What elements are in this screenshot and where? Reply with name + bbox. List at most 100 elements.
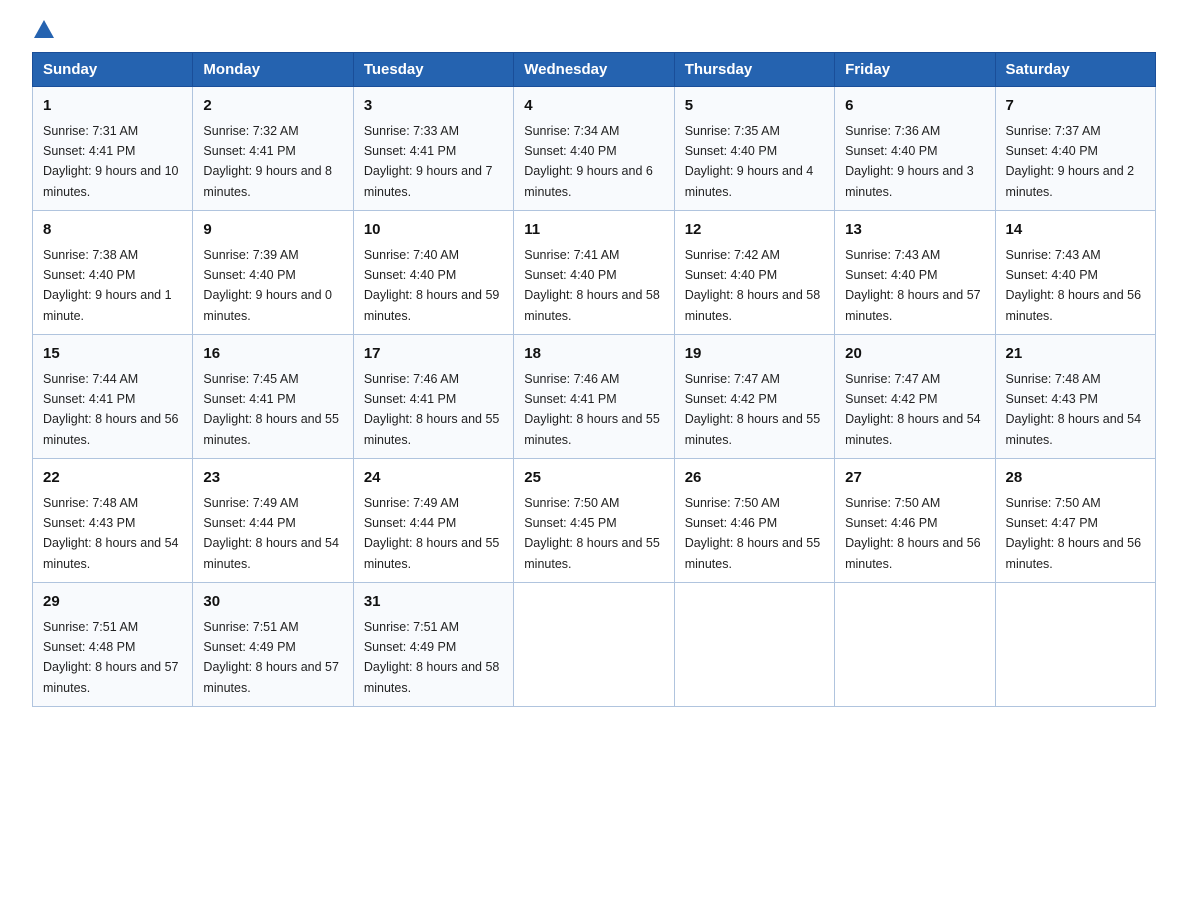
day-number: 7 <box>1006 95 1145 118</box>
day-info: Sunrise: 7:45 AMSunset: 4:41 PMDaylight:… <box>203 372 339 447</box>
calendar-cell: 20 Sunrise: 7:47 AMSunset: 4:42 PMDaylig… <box>835 335 995 459</box>
day-number: 10 <box>364 219 503 242</box>
day-info: Sunrise: 7:39 AMSunset: 4:40 PMDaylight:… <box>203 248 332 323</box>
day-number: 20 <box>845 343 984 366</box>
col-header-saturday: Saturday <box>995 53 1155 87</box>
day-info: Sunrise: 7:36 AMSunset: 4:40 PMDaylight:… <box>845 124 974 199</box>
day-number: 18 <box>524 343 663 366</box>
calendar-cell: 16 Sunrise: 7:45 AMSunset: 4:41 PMDaylig… <box>193 335 353 459</box>
calendar-table: SundayMondayTuesdayWednesdayThursdayFrid… <box>32 52 1156 707</box>
day-info: Sunrise: 7:48 AMSunset: 4:43 PMDaylight:… <box>43 496 179 571</box>
calendar-cell: 6 Sunrise: 7:36 AMSunset: 4:40 PMDayligh… <box>835 87 995 211</box>
day-number: 4 <box>524 95 663 118</box>
calendar-cell <box>995 583 1155 707</box>
day-info: Sunrise: 7:49 AMSunset: 4:44 PMDaylight:… <box>203 496 339 571</box>
calendar-week-row: 22 Sunrise: 7:48 AMSunset: 4:43 PMDaylig… <box>33 459 1156 583</box>
calendar-week-row: 1 Sunrise: 7:31 AMSunset: 4:41 PMDayligh… <box>33 87 1156 211</box>
day-number: 21 <box>1006 343 1145 366</box>
day-info: Sunrise: 7:47 AMSunset: 4:42 PMDaylight:… <box>685 372 821 447</box>
day-number: 16 <box>203 343 342 366</box>
calendar-cell: 1 Sunrise: 7:31 AMSunset: 4:41 PMDayligh… <box>33 87 193 211</box>
day-info: Sunrise: 7:50 AMSunset: 4:47 PMDaylight:… <box>1006 496 1142 571</box>
day-number: 3 <box>364 95 503 118</box>
day-number: 22 <box>43 467 182 490</box>
calendar-week-row: 8 Sunrise: 7:38 AMSunset: 4:40 PMDayligh… <box>33 211 1156 335</box>
day-info: Sunrise: 7:47 AMSunset: 4:42 PMDaylight:… <box>845 372 981 447</box>
calendar-cell: 27 Sunrise: 7:50 AMSunset: 4:46 PMDaylig… <box>835 459 995 583</box>
calendar-cell: 19 Sunrise: 7:47 AMSunset: 4:42 PMDaylig… <box>674 335 834 459</box>
day-number: 27 <box>845 467 984 490</box>
calendar-cell: 9 Sunrise: 7:39 AMSunset: 4:40 PMDayligh… <box>193 211 353 335</box>
day-info: Sunrise: 7:50 AMSunset: 4:46 PMDaylight:… <box>845 496 981 571</box>
calendar-body: 1 Sunrise: 7:31 AMSunset: 4:41 PMDayligh… <box>33 87 1156 707</box>
calendar-cell: 13 Sunrise: 7:43 AMSunset: 4:40 PMDaylig… <box>835 211 995 335</box>
day-number: 6 <box>845 95 984 118</box>
calendar-cell: 30 Sunrise: 7:51 AMSunset: 4:49 PMDaylig… <box>193 583 353 707</box>
col-header-wednesday: Wednesday <box>514 53 674 87</box>
day-number: 13 <box>845 219 984 242</box>
day-number: 17 <box>364 343 503 366</box>
day-info: Sunrise: 7:32 AMSunset: 4:41 PMDaylight:… <box>203 124 332 199</box>
calendar-cell: 25 Sunrise: 7:50 AMSunset: 4:45 PMDaylig… <box>514 459 674 583</box>
calendar-cell: 14 Sunrise: 7:43 AMSunset: 4:40 PMDaylig… <box>995 211 1155 335</box>
calendar-cell: 18 Sunrise: 7:46 AMSunset: 4:41 PMDaylig… <box>514 335 674 459</box>
logo-triangle-icon <box>34 20 54 38</box>
logo <box>32 24 54 36</box>
calendar-cell: 10 Sunrise: 7:40 AMSunset: 4:40 PMDaylig… <box>353 211 513 335</box>
day-info: Sunrise: 7:51 AMSunset: 4:48 PMDaylight:… <box>43 620 179 695</box>
calendar-cell <box>514 583 674 707</box>
calendar-cell: 17 Sunrise: 7:46 AMSunset: 4:41 PMDaylig… <box>353 335 513 459</box>
day-info: Sunrise: 7:35 AMSunset: 4:40 PMDaylight:… <box>685 124 814 199</box>
day-number: 28 <box>1006 467 1145 490</box>
calendar-cell: 23 Sunrise: 7:49 AMSunset: 4:44 PMDaylig… <box>193 459 353 583</box>
day-number: 31 <box>364 591 503 614</box>
col-header-sunday: Sunday <box>33 53 193 87</box>
day-info: Sunrise: 7:38 AMSunset: 4:40 PMDaylight:… <box>43 248 172 323</box>
calendar-cell: 4 Sunrise: 7:34 AMSunset: 4:40 PMDayligh… <box>514 87 674 211</box>
day-info: Sunrise: 7:50 AMSunset: 4:46 PMDaylight:… <box>685 496 821 571</box>
day-number: 30 <box>203 591 342 614</box>
day-info: Sunrise: 7:46 AMSunset: 4:41 PMDaylight:… <box>364 372 500 447</box>
day-info: Sunrise: 7:43 AMSunset: 4:40 PMDaylight:… <box>845 248 981 323</box>
day-info: Sunrise: 7:42 AMSunset: 4:40 PMDaylight:… <box>685 248 821 323</box>
day-number: 29 <box>43 591 182 614</box>
day-number: 8 <box>43 219 182 242</box>
day-info: Sunrise: 7:34 AMSunset: 4:40 PMDaylight:… <box>524 124 653 199</box>
day-info: Sunrise: 7:43 AMSunset: 4:40 PMDaylight:… <box>1006 248 1142 323</box>
col-header-tuesday: Tuesday <box>353 53 513 87</box>
day-info: Sunrise: 7:33 AMSunset: 4:41 PMDaylight:… <box>364 124 493 199</box>
day-info: Sunrise: 7:48 AMSunset: 4:43 PMDaylight:… <box>1006 372 1142 447</box>
calendar-cell: 11 Sunrise: 7:41 AMSunset: 4:40 PMDaylig… <box>514 211 674 335</box>
calendar-cell: 28 Sunrise: 7:50 AMSunset: 4:47 PMDaylig… <box>995 459 1155 583</box>
day-number: 11 <box>524 219 663 242</box>
day-number: 9 <box>203 219 342 242</box>
day-number: 1 <box>43 95 182 118</box>
day-info: Sunrise: 7:50 AMSunset: 4:45 PMDaylight:… <box>524 496 660 571</box>
calendar-cell: 12 Sunrise: 7:42 AMSunset: 4:40 PMDaylig… <box>674 211 834 335</box>
page-header <box>32 24 1156 36</box>
day-number: 24 <box>364 467 503 490</box>
calendar-week-row: 15 Sunrise: 7:44 AMSunset: 4:41 PMDaylig… <box>33 335 1156 459</box>
calendar-cell <box>674 583 834 707</box>
calendar-cell: 8 Sunrise: 7:38 AMSunset: 4:40 PMDayligh… <box>33 211 193 335</box>
day-info: Sunrise: 7:44 AMSunset: 4:41 PMDaylight:… <box>43 372 179 447</box>
calendar-cell: 15 Sunrise: 7:44 AMSunset: 4:41 PMDaylig… <box>33 335 193 459</box>
day-info: Sunrise: 7:49 AMSunset: 4:44 PMDaylight:… <box>364 496 500 571</box>
day-info: Sunrise: 7:41 AMSunset: 4:40 PMDaylight:… <box>524 248 660 323</box>
day-info: Sunrise: 7:51 AMSunset: 4:49 PMDaylight:… <box>203 620 339 695</box>
day-number: 15 <box>43 343 182 366</box>
day-info: Sunrise: 7:40 AMSunset: 4:40 PMDaylight:… <box>364 248 500 323</box>
calendar-cell: 7 Sunrise: 7:37 AMSunset: 4:40 PMDayligh… <box>995 87 1155 211</box>
day-number: 12 <box>685 219 824 242</box>
day-number: 25 <box>524 467 663 490</box>
calendar-cell: 29 Sunrise: 7:51 AMSunset: 4:48 PMDaylig… <box>33 583 193 707</box>
day-number: 2 <box>203 95 342 118</box>
day-info: Sunrise: 7:31 AMSunset: 4:41 PMDaylight:… <box>43 124 179 199</box>
col-header-friday: Friday <box>835 53 995 87</box>
calendar-header-row: SundayMondayTuesdayWednesdayThursdayFrid… <box>33 53 1156 87</box>
calendar-cell: 31 Sunrise: 7:51 AMSunset: 4:49 PMDaylig… <box>353 583 513 707</box>
day-info: Sunrise: 7:37 AMSunset: 4:40 PMDaylight:… <box>1006 124 1135 199</box>
day-number: 26 <box>685 467 824 490</box>
col-header-monday: Monday <box>193 53 353 87</box>
calendar-cell: 24 Sunrise: 7:49 AMSunset: 4:44 PMDaylig… <box>353 459 513 583</box>
